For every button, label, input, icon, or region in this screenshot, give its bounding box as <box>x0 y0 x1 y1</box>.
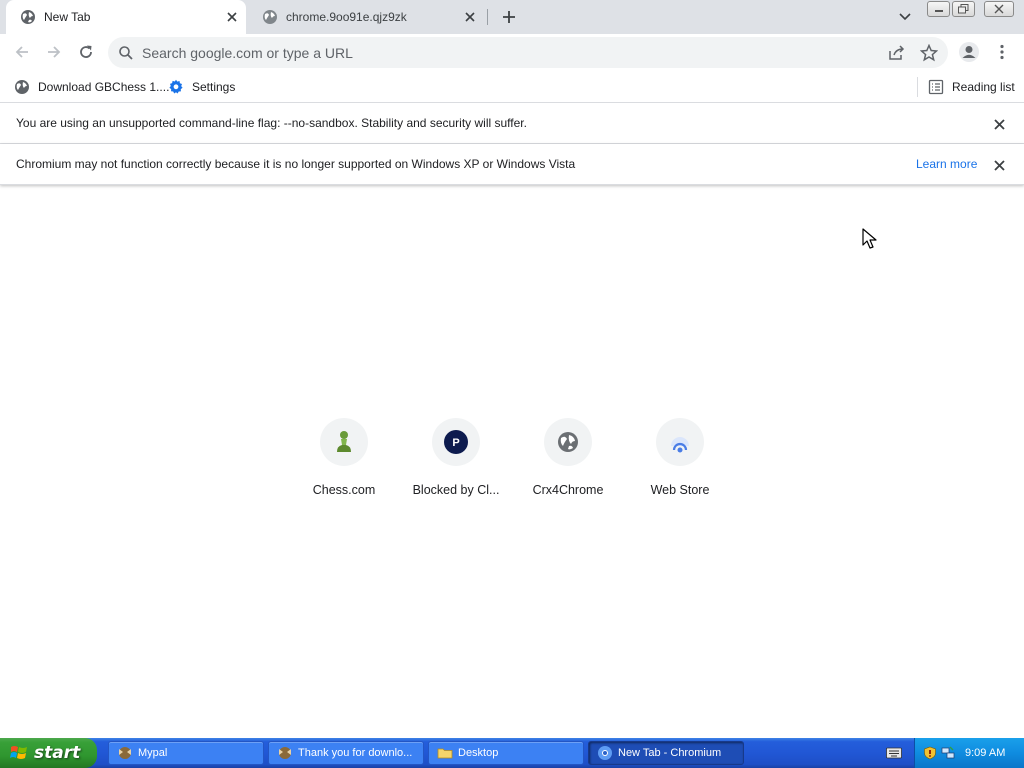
taskbar-item-label: Mypal <box>138 747 168 759</box>
start-label: start <box>34 743 81 763</box>
reading-list-label: Reading list <box>952 80 1015 94</box>
close-tab-icon[interactable] <box>224 9 240 25</box>
chess-pawn-icon <box>337 431 351 452</box>
globe-icon <box>558 432 578 452</box>
shortcut-icon-bg <box>656 418 704 466</box>
new-tab-button[interactable] <box>498 6 520 28</box>
globe-icon <box>263 10 277 24</box>
restore-button[interactable] <box>952 1 975 17</box>
close-icon <box>993 118 1005 130</box>
close-icon <box>994 4 1004 14</box>
clock[interactable]: 9:09 AM <box>965 747 1005 759</box>
shortcut-label: Crx4Chrome <box>532 483 604 497</box>
taskbar: start Mypal Thank you for downlo... Desk… <box>0 738 1024 768</box>
forward-button[interactable] <box>42 40 66 64</box>
shortcut-icon-bg <box>320 418 368 466</box>
shortcut-icon-bg: P <box>432 418 480 466</box>
shortcut-label: Blocked by Cl... <box>412 483 500 497</box>
taskbar-item-thank-you[interactable]: Thank you for downlo... <box>268 741 424 765</box>
close-tab-icon[interactable] <box>462 9 478 25</box>
infobar-message: Chromium may not function correctly beca… <box>16 157 576 171</box>
close-window-button[interactable] <box>984 1 1014 17</box>
tab-strip: New Tab chrome.9oo91e.qjz9zk <box>0 0 1024 34</box>
minimize-button[interactable] <box>927 1 950 17</box>
web-store-icon <box>671 437 689 453</box>
omnibox[interactable] <box>108 37 948 68</box>
sandbox-warning-infobar: You are using an unsupported command-lin… <box>0 103 1024 144</box>
arrow-left-icon <box>15 46 28 58</box>
shortcut-chess-com[interactable]: Chess.com <box>288 412 400 512</box>
taskbar-item-label: New Tab - Chromium <box>618 747 722 759</box>
close-icon <box>993 159 1005 171</box>
restore-icon <box>958 4 969 14</box>
learn-more-link[interactable]: Learn more <box>916 157 977 171</box>
start-button[interactable]: start <box>0 738 97 768</box>
tab-search-button[interactable] <box>896 8 914 26</box>
tab-new-tab[interactable]: New Tab <box>6 0 246 34</box>
shortcut-icon-bg <box>544 418 592 466</box>
address-input[interactable] <box>142 43 862 63</box>
mypal-icon <box>279 747 291 759</box>
share-icon[interactable] <box>888 45 906 61</box>
p-letter-icon: P <box>444 430 468 454</box>
taskbar-item-mypal[interactable]: Mypal <box>108 741 264 765</box>
avatar-icon <box>959 42 979 62</box>
shortcut-crx4chrome[interactable]: Crx4Chrome <box>512 412 624 512</box>
globe-icon <box>15 80 29 94</box>
shortcut-label: Chess.com <box>312 483 376 497</box>
shortcut-web-store[interactable]: Web Store <box>624 412 736 512</box>
toolbar <box>0 34 1024 71</box>
star-icon[interactable] <box>920 44 938 62</box>
taskbar-item-desktop[interactable]: Desktop <box>428 741 584 765</box>
tab-chrome-9oo91e[interactable]: chrome.9oo91e.qjz9zk <box>248 0 484 34</box>
network-icon[interactable] <box>941 746 955 760</box>
svg-text:P: P <box>452 437 459 449</box>
taskbar-item-chromium[interactable]: New Tab - Chromium <box>588 741 744 765</box>
chromium-icon <box>598 746 612 760</box>
infobar-message: You are using an unsupported command-lin… <box>16 116 527 130</box>
profile-button[interactable] <box>957 40 981 64</box>
system-tray: 9:09 AM <box>914 738 1024 768</box>
bookmarks-bar: Download GBChess 1.... Settings Reading … <box>0 71 1024 103</box>
shortcut-label: Web Store <box>650 483 710 497</box>
taskbar-item-label: Desktop <box>458 747 499 759</box>
reload-button[interactable] <box>74 40 98 64</box>
search-icon <box>119 46 133 60</box>
close-infobar-button[interactable] <box>990 115 1008 133</box>
folder-icon <box>437 748 453 759</box>
menu-button[interactable] <box>990 40 1014 64</box>
chevron-down-icon <box>899 13 911 21</box>
mypal-icon <box>119 747 131 759</box>
bookmarks-divider <box>917 77 918 97</box>
bookmark-gbchess[interactable]: Download GBChess 1.... <box>14 76 169 98</box>
tab-title: chrome.9oo91e.qjz9zk <box>286 10 407 24</box>
unsupported-os-infobar: Chromium may not function correctly beca… <box>0 144 1024 185</box>
shortcut-blocked[interactable]: P Blocked by Cl... <box>400 412 512 512</box>
back-button[interactable] <box>10 40 34 64</box>
mouse-cursor-icon <box>862 228 877 249</box>
more-vert-icon <box>1000 44 1004 60</box>
windows-flag-icon <box>10 746 27 759</box>
reading-list-icon <box>928 79 944 95</box>
bookmark-label: Download GBChess 1.... <box>38 80 170 94</box>
tab-separator <box>487 9 488 25</box>
gear-icon <box>169 79 183 94</box>
globe-icon <box>21 10 35 24</box>
arrow-right-icon <box>48 46 61 58</box>
bookmark-settings[interactable]: Settings <box>168 76 235 98</box>
minimize-icon <box>934 10 943 12</box>
tab-title: New Tab <box>44 10 91 24</box>
security-shield-icon[interactable] <box>923 746 937 760</box>
plus-icon <box>503 11 515 23</box>
reload-icon <box>80 45 92 58</box>
bookmark-label: Settings <box>192 80 236 94</box>
close-infobar-button[interactable] <box>990 156 1008 174</box>
taskbar-item-label: Thank you for downlo... <box>298 747 413 759</box>
keyboard-icon[interactable] <box>886 746 902 760</box>
reading-list-button[interactable]: Reading list <box>928 76 1015 98</box>
